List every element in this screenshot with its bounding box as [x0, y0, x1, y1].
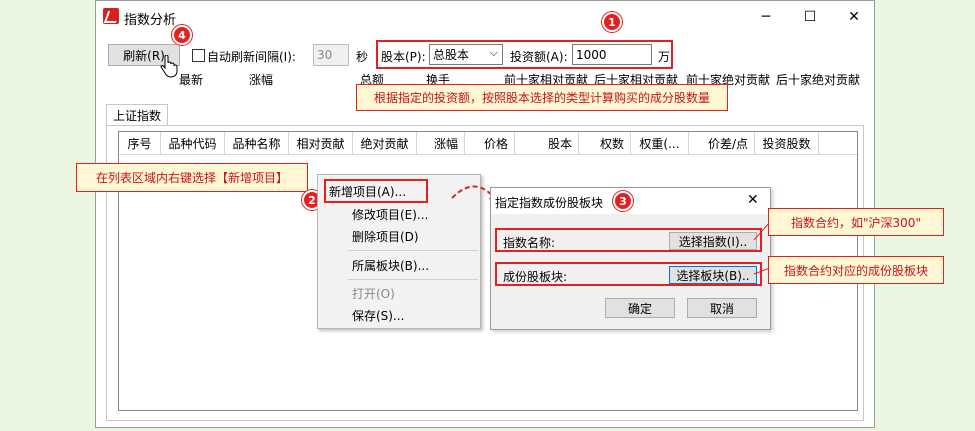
- col-share[interactable]: 股本: [515, 132, 579, 155]
- cancel-button[interactable]: 取消: [687, 298, 757, 318]
- hand-cursor-icon: [160, 55, 178, 78]
- col-weight-count[interactable]: 权数: [579, 132, 631, 155]
- tab-shanghai-index[interactable]: 上证指数: [106, 104, 168, 126]
- select-index-button[interactable]: 选择指数(I)..: [669, 232, 757, 250]
- ok-button[interactable]: 确定: [605, 298, 675, 318]
- block-dialog: 指定指数成份股板块 ✕ 指数名称: 选择指数(I).. 成份股板块: 选择板块(…: [490, 187, 771, 330]
- step-badge-4: 4: [172, 25, 192, 45]
- maximize-icon[interactable]: ☐: [788, 4, 832, 30]
- auto-refresh-checkbox[interactable]: [192, 49, 205, 62]
- col-relative[interactable]: 相对贡献: [289, 132, 353, 155]
- menu-separator: [348, 250, 478, 251]
- menu-separator: [348, 279, 478, 280]
- menu-item-delete[interactable]: 删除项目(D): [318, 225, 480, 247]
- col-code[interactable]: 品种代码: [161, 132, 225, 155]
- close-icon[interactable]: ✕: [832, 4, 876, 30]
- index-name-label: 指数名称:: [503, 236, 556, 250]
- app-icon: [103, 8, 119, 24]
- window-title: 指数分析: [124, 13, 177, 28]
- col-name[interactable]: 品种名称: [225, 132, 289, 155]
- menu-item-save[interactable]: 保存(S)...: [318, 304, 480, 326]
- col-absolute[interactable]: 绝对贡献: [353, 132, 417, 155]
- col-weight[interactable]: 权重(...: [631, 132, 689, 155]
- col-index[interactable]: 序号: [119, 132, 161, 155]
- step-badge-3: 3: [613, 191, 633, 211]
- col-change[interactable]: 涨幅: [417, 132, 465, 155]
- share-select[interactable]: 总股本 ⌵: [429, 44, 503, 65]
- step-badge-1: 1: [602, 12, 622, 32]
- stat-bottom10-absolute: 后十家绝对贡献: [776, 73, 861, 87]
- interval-input[interactable]: 30: [313, 44, 349, 66]
- stat-latest: 最新: [179, 73, 204, 87]
- col-price[interactable]: 价格: [465, 132, 515, 155]
- minimize-icon[interactable]: ─: [744, 4, 788, 30]
- share-label: 股本(P):: [381, 50, 426, 64]
- invest-label: 投资额(A):: [510, 50, 568, 64]
- dialog-close-icon[interactable]: ✕: [747, 192, 759, 208]
- dialog-title: 指定指数成份股板块: [495, 196, 604, 210]
- share-select-value: 总股本: [433, 48, 470, 62]
- callout-index-contract: 指数合约，如"沪深300": [768, 208, 944, 236]
- invest-unit: 万: [658, 50, 671, 64]
- select-block-button[interactable]: 选择板块(B)..: [669, 266, 757, 284]
- callout-component-block: 指数合约对应的成份股板块: [768, 256, 944, 284]
- stat-change: 涨幅: [249, 73, 274, 87]
- col-spread[interactable]: 价差/点: [689, 132, 755, 155]
- menu-item-block[interactable]: 所属板块(B)...: [318, 254, 480, 276]
- title-bar: 指数分析 ─ ☐ ✕: [96, 1, 874, 32]
- interval-unit: 秒: [356, 50, 369, 64]
- callout-add-item: 在列表区域内右键选择【新增项目】: [76, 163, 308, 192]
- component-block-label: 成份股板块:: [503, 270, 568, 284]
- menu-item-add[interactable]: 新增项目(A)...: [324, 179, 428, 203]
- menu-item-open: 打开(O): [352, 286, 395, 301]
- callout-invest-amount: 根据指定的投资额，按照股本选择的类型计算购买的成分股数量: [356, 84, 728, 111]
- chevron-down-icon: ⌵: [489, 46, 498, 59]
- col-shares[interactable]: 投资股数: [755, 132, 819, 155]
- invest-input[interactable]: 1000: [572, 44, 652, 65]
- table-header: 序号 品种代码 品种名称 相对贡献 绝对贡献 涨幅 价格 股本 权数 权重(..…: [119, 132, 857, 155]
- auto-refresh-label: 自动刷新间隔(I):: [207, 50, 296, 64]
